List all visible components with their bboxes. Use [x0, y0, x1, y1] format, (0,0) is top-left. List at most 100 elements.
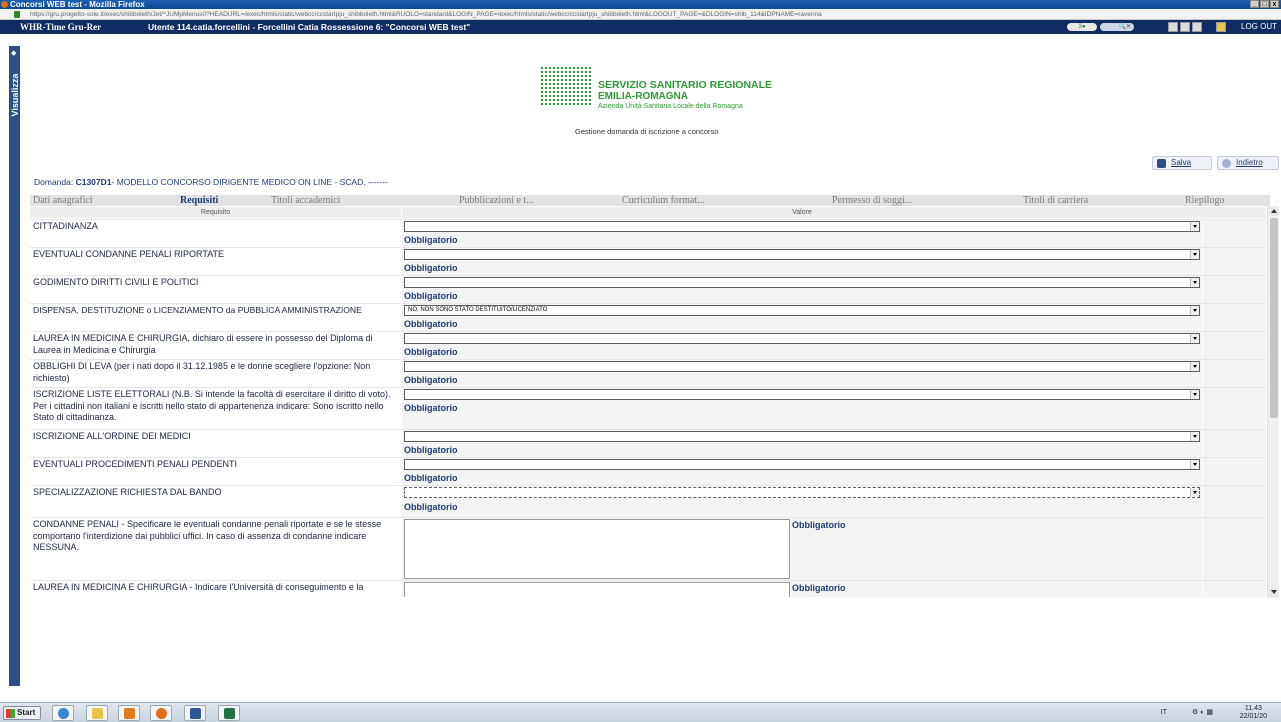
tab-permesso[interactable]: Permesso di soggi... [832, 195, 912, 206]
table-row: EVENTUALI CONDANNE PENALI RIPORTATE Obbl… [30, 247, 1266, 275]
chevron-down-icon[interactable] [1190, 488, 1199, 497]
tab-curriculum[interactable]: Curriculum format... [622, 195, 705, 206]
clock-date: 22/01/20 [1239, 713, 1267, 720]
laurea-select[interactable] [404, 333, 1200, 344]
laurea-universita-textarea[interactable] [404, 582, 790, 597]
notification-counter[interactable]: 3● [1067, 23, 1097, 31]
explorer-icon[interactable] [86, 705, 108, 721]
cittadinanza-select[interactable] [404, 221, 1200, 232]
minimize-button[interactable]: _ [1250, 0, 1259, 8]
leva-select[interactable] [404, 361, 1200, 372]
table-row: EVENTUALI PROCEDIMENTI PENALI PENDENTI O… [30, 457, 1266, 485]
requisiti-grid: Requisito Valore CITTADINANZA Obbligator… [30, 207, 1266, 597]
specializzazione-select[interactable] [404, 487, 1200, 498]
obbligatorio-label: Obbligatorio [404, 375, 458, 385]
chevron-down-icon[interactable] [1190, 460, 1199, 469]
grid-scrollbar[interactable] [1267, 206, 1279, 598]
chevron-down-icon[interactable] [1190, 334, 1199, 343]
clock[interactable]: 11.43 22/01/20 [1240, 705, 1267, 721]
diritti-civili-select[interactable] [404, 277, 1200, 288]
table-row: OBBLIGHI DI LEVA (per i nati dopo il 31.… [30, 359, 1266, 387]
windows-logo-icon [6, 709, 15, 718]
requisito-label: ISCRIZIONE LISTE ELETTORALI (N.B. Si int… [33, 389, 391, 422]
table-row: LAUREA IN MEDICINA E CHIRURGIA - Indicar… [30, 580, 1266, 597]
visualizza-sidebar[interactable]: ◆ Visualizza [9, 46, 20, 686]
condanne-select[interactable] [404, 249, 1200, 260]
tab-titoli-carriera[interactable]: Titoli di carriera [1023, 195, 1088, 206]
chevron-down-icon[interactable] [1190, 250, 1199, 259]
star-icon[interactable] [1216, 22, 1226, 32]
save-button[interactable]: Salva [1152, 156, 1212, 170]
tab-dati-anagrafici[interactable]: Dati anagrafici [33, 195, 93, 206]
requisito-label: ISCRIZIONE ALL'ORDINE DEI MEDICI [33, 431, 191, 441]
lock-icon [14, 11, 20, 18]
expand-arrow-icon[interactable]: ◆ [11, 49, 16, 57]
requisito-label: EVENTUALI CONDANNE PENALI RIPORTATE [33, 249, 225, 259]
logout-link[interactable]: LOG OUT [1241, 20, 1277, 34]
close-button[interactable]: x [1270, 0, 1279, 8]
procedimenti-select[interactable] [404, 459, 1200, 470]
obbligatorio-label: Obbligatorio [792, 583, 846, 593]
window-title: Concorsi WEB test - Mozilla Firefox [10, 0, 145, 9]
chevron-down-icon[interactable] [1190, 362, 1199, 371]
dispensa-select[interactable]: NO, NON SONO STATO DESTITUITO/LICENZIATO [404, 305, 1200, 316]
scroll-up-icon[interactable] [1269, 207, 1279, 216]
requisito-label: GODIMENTO DIRITTI CIVILI E POLITICI [33, 277, 199, 287]
excel-icon[interactable] [218, 705, 240, 721]
obbligatorio-label: Obbligatorio [404, 403, 458, 413]
window-title-bar: Concorsi WEB test - Mozilla Firefox _ □ … [0, 0, 1281, 9]
requisito-label: CITTADINANZA [33, 221, 98, 231]
sidebar-label[interactable]: Visualizza [10, 73, 20, 117]
table-row: ISCRIZIONE LISTE ELETTORALI (N.B. Si int… [30, 387, 1266, 429]
tab-riepilogo[interactable]: Riepilogo [1185, 195, 1224, 206]
settings-icon[interactable] [1192, 22, 1202, 32]
obbligatorio-label: Obbligatorio [404, 445, 458, 455]
scroll-thumb[interactable] [1270, 218, 1278, 418]
word-icon[interactable] [184, 705, 206, 721]
header-search-field[interactable]: 🔍✕ [1100, 23, 1134, 31]
tab-requisiti[interactable]: Requisiti [180, 195, 218, 206]
col-requisito: Requisito [30, 207, 402, 218]
domanda-code: C1307D1 [75, 177, 112, 187]
tab-titoli-accademici[interactable]: Titoli accademici [271, 195, 340, 206]
back-button[interactable]: Indietro [1217, 156, 1279, 170]
chevron-down-icon[interactable] [1190, 390, 1199, 399]
tab-pubblicazioni[interactable]: Pubblicazioni e t... [459, 195, 534, 206]
requisito-label: SPECIALIZZAZIONE RICHIESTA DAL BANDO [33, 487, 222, 497]
table-row: SPECIALIZZAZIONE RICHIESTA DAL BANDO Obb… [30, 485, 1266, 517]
start-button[interactable]: Start [3, 706, 41, 720]
print-icon[interactable] [1180, 22, 1190, 32]
condanne-textarea[interactable] [404, 519, 790, 579]
scroll-down-icon[interactable] [1269, 588, 1279, 597]
address-bar[interactable]: https://gru.progetto-sole.it/exec/shibbo… [0, 9, 1281, 20]
liste-elettorali-select[interactable] [404, 389, 1200, 400]
url-text[interactable]: https://gru.progetto-sole.it/exec/shibbo… [30, 11, 822, 18]
requisito-label: OBBLIGHI DI LEVA (per i nati dopo il 31.… [33, 361, 371, 383]
table-row: GODIMENTO DIRITTI CIVILI E POLITICI Obbl… [30, 275, 1266, 303]
tab-bar: Dati anagrafici Requisiti Titoli accadem… [30, 195, 1270, 206]
firefox-icon [1, 1, 8, 8]
table-row: CONDANNE PENALI - Specificare le eventua… [30, 517, 1266, 580]
tray-icons[interactable]: ⚙ ◐ ▦ [1192, 708, 1213, 716]
chevron-down-icon[interactable] [1190, 222, 1199, 231]
grid-icon[interactable] [1168, 22, 1178, 32]
maximize-button[interactable]: □ [1260, 0, 1269, 8]
language-indicator[interactable]: IT [1161, 709, 1167, 716]
table-row: LAUREA IN MEDICINA E CHIRURGIA, dichiaro… [30, 331, 1266, 359]
ordine-medici-select[interactable] [404, 431, 1200, 442]
grid-header: Requisito Valore [30, 207, 1266, 218]
chevron-down-icon[interactable] [1190, 432, 1199, 441]
chevron-down-icon[interactable] [1190, 306, 1199, 315]
obbligatorio-label: Obbligatorio [404, 473, 458, 483]
requisito-label: EVENTUALI PROCEDIMENTI PENALI PENDENTI [33, 459, 238, 469]
domanda-info: Domanda: C1307D1- MODELLO CONCORSO DIRIG… [34, 177, 388, 187]
clock-time: 11.43 [1244, 705, 1262, 712]
ie-icon[interactable] [52, 705, 74, 721]
back-arrow-icon [1222, 159, 1231, 168]
requisito-label: LAUREA IN MEDICINA E CHIRURGIA, dichiaro… [33, 333, 373, 355]
outlook-icon[interactable] [118, 705, 140, 721]
firefox-taskbar-icon[interactable] [150, 705, 172, 721]
app-brand: WHR-Time Gru-Rer [20, 22, 102, 32]
obbligatorio-label: Obbligatorio [792, 520, 846, 530]
chevron-down-icon[interactable] [1190, 278, 1199, 287]
